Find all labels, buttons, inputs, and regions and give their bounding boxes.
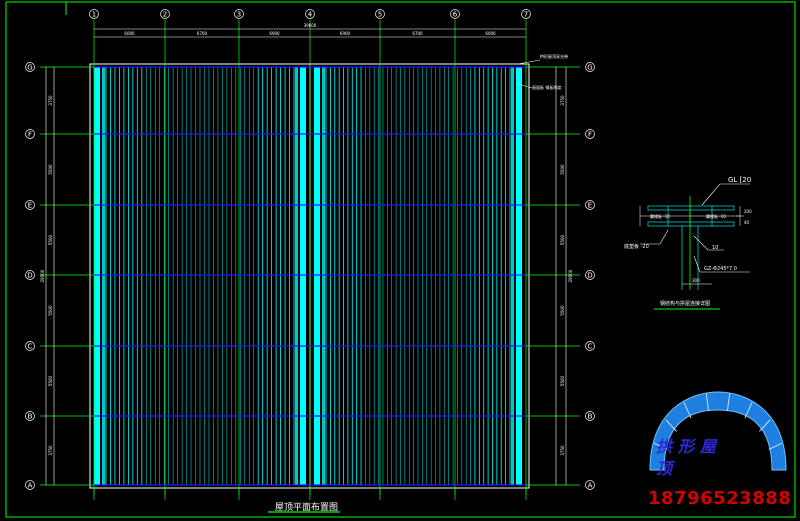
plate-leader bbox=[640, 229, 669, 245]
column-axis-bubble: 5 bbox=[375, 9, 385, 19]
row-axis-bubble-left: G bbox=[25, 62, 35, 72]
column-axis-bubble: 6 bbox=[450, 9, 460, 19]
right-dimension-text: 5500 bbox=[560, 234, 565, 245]
left-dimension-lines bbox=[45, 67, 55, 485]
row-axis-label: A bbox=[588, 482, 593, 490]
row-axis-label: D bbox=[27, 272, 32, 280]
plan-title: 屋顶平面布置图 bbox=[275, 503, 339, 513]
detail-beam-bottom bbox=[647, 221, 735, 227]
weld-leader bbox=[693, 235, 724, 251]
detail-dim-200: 200 bbox=[744, 209, 752, 214]
gl-leader bbox=[701, 183, 750, 206]
column-axis-label: 7 bbox=[524, 11, 528, 19]
top-dimension-text: 6900 bbox=[340, 31, 351, 36]
row-axis-bubble-right: E bbox=[585, 200, 595, 210]
panel-edge-strip bbox=[102, 67, 105, 485]
right-total-dimension: 29500 bbox=[568, 269, 573, 282]
top-dimension-text: 6900 bbox=[269, 31, 280, 36]
panel-edge-strip bbox=[300, 67, 306, 485]
logo-text: 拱形屋顶 bbox=[656, 437, 723, 478]
right-dimension-text: 5500 bbox=[560, 375, 565, 386]
detail-plate-label: 底垫板 -20 bbox=[624, 243, 649, 250]
right-dimension-text: 5500 bbox=[560, 305, 565, 316]
left-dimension-text: 5500 bbox=[48, 164, 53, 175]
panel-edge-strip bbox=[295, 67, 298, 485]
row-axis-label: G bbox=[27, 64, 32, 72]
row-axis-label: B bbox=[588, 413, 593, 421]
column-axis-label: 3 bbox=[237, 11, 241, 19]
right-dimension-lines bbox=[555, 67, 567, 485]
row-axis-bubble-right: G bbox=[585, 62, 595, 72]
row-axis-bubble-left: C bbox=[25, 341, 35, 351]
detail-flange-right: 翼缘板 -10 bbox=[706, 213, 726, 219]
right-dimension-text: 5500 bbox=[560, 164, 565, 175]
row-axis-label: C bbox=[588, 343, 593, 351]
column-axis-label: 4 bbox=[308, 11, 313, 19]
column-axis-bubble: 4 bbox=[305, 9, 315, 19]
left-dimension-text: 3750 bbox=[48, 445, 53, 456]
gl-label: GL [20 bbox=[728, 176, 752, 184]
panel-edge-strip bbox=[94, 67, 100, 485]
row-axis-bubble-left: B bbox=[25, 411, 35, 421]
row-axis-label: G bbox=[587, 64, 592, 72]
panel-edge-strip bbox=[516, 67, 522, 485]
column-axis-label: 2 bbox=[163, 11, 167, 19]
row-axis-label: A bbox=[28, 482, 33, 490]
panel-note-1: 拱形屋顶采光带 bbox=[540, 53, 568, 59]
row-axis-label: E bbox=[588, 202, 592, 210]
note-leader-1 bbox=[517, 59, 541, 65]
top-dimension-text: 6700 bbox=[412, 31, 423, 36]
row-axis-bubble-left: A bbox=[25, 480, 35, 490]
row-axis-bubble-right: D bbox=[585, 270, 595, 280]
column-axis-bubble: 7 bbox=[521, 9, 531, 19]
panel-note-2: 屋面板 钢板厚度 bbox=[532, 84, 561, 90]
row-axis-bubble-right: F bbox=[585, 129, 595, 139]
detail-title: 钢结构与拱屋连接详图 bbox=[660, 301, 711, 307]
panel-edge-strip bbox=[314, 67, 320, 485]
row-axis-label: F bbox=[588, 131, 592, 139]
detail-dim-40: 40 bbox=[744, 220, 750, 225]
roof-panels bbox=[89, 63, 530, 489]
column-axis-bubble: 2 bbox=[160, 9, 170, 19]
phone-number[interactable]: 18796523888 bbox=[648, 488, 791, 509]
row-axis-bubble-left: F bbox=[25, 129, 35, 139]
column-axis-label: 6 bbox=[453, 11, 458, 19]
top-total-dimension: 39600 bbox=[304, 23, 317, 28]
row-axis-bubble-left: E bbox=[25, 200, 35, 210]
right-dimension-text: 3750 bbox=[560, 445, 565, 456]
panel-edge-strip bbox=[322, 67, 325, 485]
detail-dim-300: 300 bbox=[692, 278, 700, 283]
row-axis-label: E bbox=[28, 202, 32, 210]
row-axis-label: C bbox=[28, 343, 33, 351]
column-axis-bubble: 3 bbox=[234, 9, 244, 19]
left-total-dimension: 29500 bbox=[40, 269, 45, 282]
row-axis-label: D bbox=[587, 272, 592, 280]
left-dimension-text: 3750 bbox=[48, 95, 53, 106]
row-axis-bubble-right: C bbox=[585, 341, 595, 351]
left-dimension-text: 5500 bbox=[48, 234, 53, 245]
column-axis-label: 5 bbox=[378, 11, 382, 19]
panel-edge-strip bbox=[511, 67, 514, 485]
top-dimension-text: 6000 bbox=[124, 31, 135, 36]
left-dimension-text: 5500 bbox=[48, 305, 53, 316]
detail-weld-label: 10 bbox=[712, 245, 718, 251]
row-axis-bubble-right: B bbox=[585, 411, 595, 421]
detail-beam-top bbox=[647, 205, 735, 211]
left-dimension-text: 5500 bbox=[48, 375, 53, 386]
top-dimension-text: 6700 bbox=[197, 31, 208, 36]
row-axis-label: F bbox=[28, 131, 32, 139]
row-axis-label: B bbox=[28, 413, 33, 421]
detail-flange-left: 翼缘板 -10 bbox=[650, 213, 670, 219]
right-dimension-text: 3750 bbox=[560, 95, 565, 106]
column-axis-bubble: 1 bbox=[89, 9, 99, 19]
detail-gz-label: GZ-Φ245*7.0 bbox=[704, 266, 737, 272]
top-dimension-text: 6000 bbox=[485, 31, 496, 36]
column-axis-label: 1 bbox=[92, 11, 96, 19]
connection-detail bbox=[639, 183, 750, 310]
row-axis-bubble-right: A bbox=[585, 480, 595, 490]
row-axis-bubble-left: D bbox=[25, 270, 35, 280]
